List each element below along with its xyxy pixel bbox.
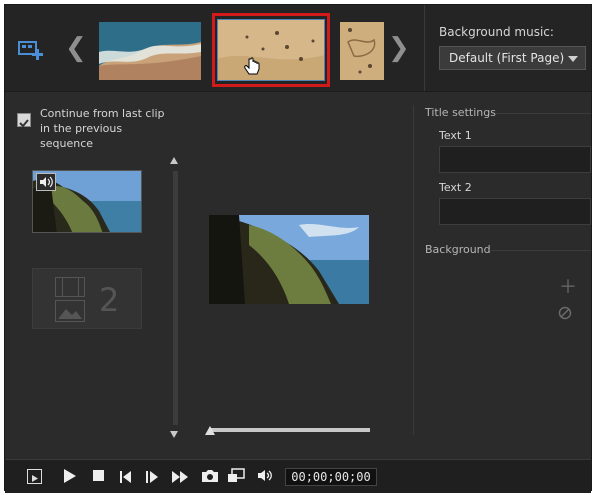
- player-controls: 00;00;00;00: [5, 459, 591, 493]
- remove-background-icon[interactable]: [558, 305, 572, 324]
- empty-clip-slot[interactable]: 2: [32, 268, 142, 329]
- top-divider: [424, 5, 425, 91]
- fast-forward-icon[interactable]: [171, 469, 189, 488]
- speaker-icon[interactable]: [36, 173, 56, 191]
- screen-mode-icon[interactable]: [227, 468, 245, 487]
- scrub-handle[interactable]: [205, 426, 215, 435]
- continue-label-line2: in the previous: [40, 122, 123, 135]
- add-media-icon[interactable]: [18, 39, 46, 61]
- app-window: ❮ ❯ Background music: Default (First Pag…: [4, 4, 592, 493]
- text1-field[interactable]: [439, 146, 591, 173]
- clip-thumbnail-shore[interactable]: [99, 22, 201, 80]
- add-background-icon[interactable]: ＋: [559, 273, 577, 299]
- vertical-scroll-down-icon[interactable]: [170, 431, 178, 438]
- play-icon[interactable]: [63, 468, 77, 488]
- vertical-scroll-up-icon[interactable]: [170, 157, 178, 164]
- right-panel-divider: [413, 105, 414, 435]
- chevron-down-icon: [568, 56, 578, 62]
- text2-field[interactable]: [439, 198, 591, 225]
- hand-cursor-icon: [243, 57, 261, 81]
- preview-image: [209, 215, 369, 304]
- snapshot-camera-icon[interactable]: [201, 468, 219, 487]
- stop-icon[interactable]: [93, 470, 104, 481]
- next-frame-icon[interactable]: [145, 469, 159, 488]
- background-header: Background: [425, 243, 491, 256]
- image-icon: [55, 300, 85, 322]
- previous-frame-icon[interactable]: [119, 469, 133, 488]
- vertical-scroll-track[interactable]: [173, 171, 178, 425]
- selected-clip-frame: [212, 13, 330, 87]
- text1-label: Text 1: [439, 129, 472, 142]
- background-music-label: Background music:: [439, 25, 554, 39]
- background-music-value: Default (First Page): [449, 51, 565, 65]
- chevron-left-icon[interactable]: ❮: [65, 33, 87, 63]
- clip-strip: ❮ ❯ Background music: Default (First Pag…: [5, 5, 591, 92]
- continue-label-line3: sequence: [40, 137, 94, 150]
- slot-number: 2: [99, 281, 120, 319]
- text2-label: Text 2: [439, 181, 472, 194]
- volume-icon[interactable]: [257, 468, 275, 487]
- continue-checkbox[interactable]: [17, 113, 31, 128]
- title-settings-header: Title settings: [425, 106, 496, 119]
- background-rule: [491, 250, 591, 251]
- scrub-track[interactable]: [209, 428, 370, 432]
- chevron-right-icon[interactable]: ❯: [388, 33, 410, 63]
- film-icon: [55, 277, 85, 297]
- checkmark-icon: [19, 119, 29, 128]
- clip-thumbnail-beach[interactable]: [340, 22, 384, 80]
- preview-mode-icon[interactable]: [27, 469, 42, 484]
- background-music-select[interactable]: Default (First Page): [439, 46, 586, 70]
- title-settings-rule: [495, 113, 591, 114]
- timecode-display[interactable]: 00;00;00;00: [285, 468, 377, 486]
- continue-label-line1: Continue from last clip: [40, 107, 165, 120]
